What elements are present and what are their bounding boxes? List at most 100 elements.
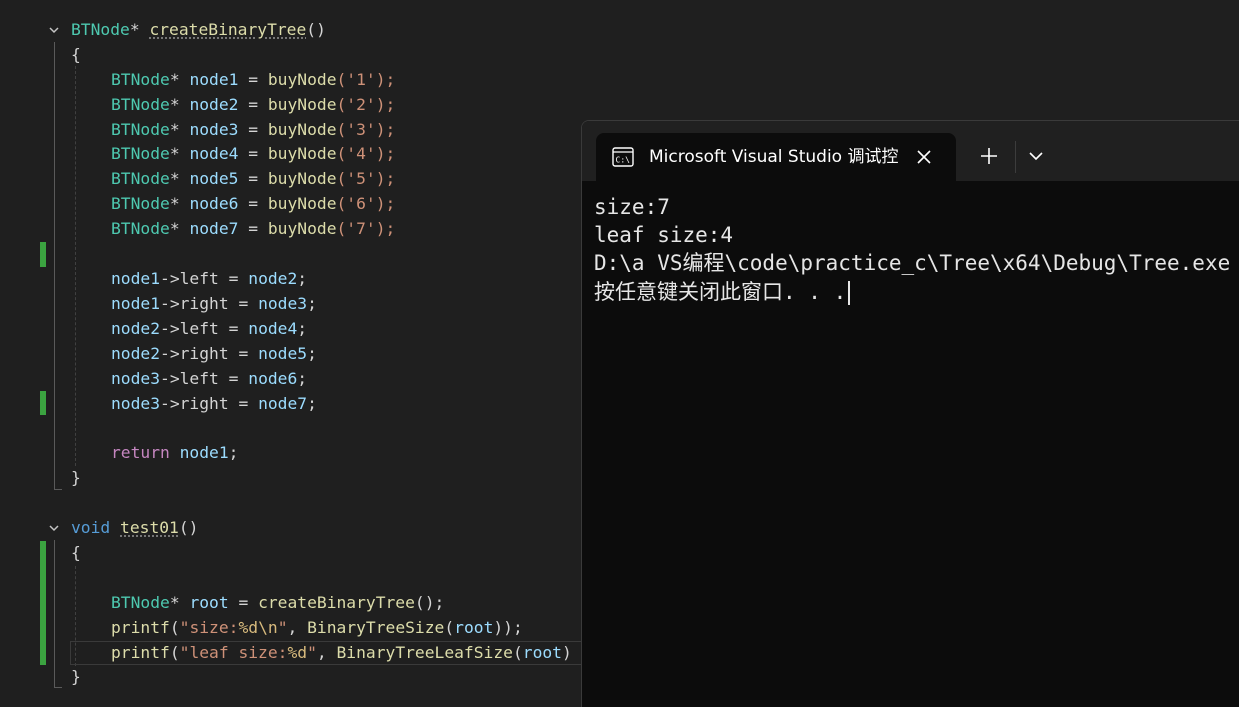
code-line-close-brace: }: [71, 465, 81, 490]
variable-token: node5: [189, 169, 239, 188]
code-line-printf-size: printf("size:%d\n", BinaryTreeSize(root)…: [111, 615, 523, 640]
code-line-decl: BTNode* node5 = buyNode('5');: [111, 166, 395, 191]
fold-chevron-icon[interactable]: [47, 23, 61, 37]
close-icon[interactable]: [914, 147, 934, 167]
arrow-token: ->: [160, 344, 180, 363]
variable-token: node5: [258, 344, 308, 363]
pointer-token: *: [169, 120, 190, 139]
scope-guide: [54, 42, 55, 490]
call-token: buyNode: [267, 194, 337, 213]
scope-guide-end: [54, 687, 62, 688]
gutter-change-bar: [40, 541, 46, 665]
operator-token: =: [218, 269, 249, 288]
variable-token: node3: [258, 294, 308, 313]
semicolon-token: ;: [307, 344, 317, 363]
pointer-token: *: [169, 593, 190, 612]
console-output-line: 按任意键关闭此窗口. . .: [594, 278, 851, 306]
variable-token: node2: [189, 95, 239, 114]
string-token: ": [307, 643, 317, 662]
function-name: createBinaryTree: [149, 20, 307, 39]
variable-token: root: [454, 618, 494, 637]
operator-token: =: [238, 70, 268, 89]
field-token: left: [179, 319, 219, 338]
code-line-decl: BTNode* node1 = buyNode('1');: [111, 67, 395, 92]
call-token: printf: [111, 618, 170, 637]
comma-token: ,: [287, 618, 308, 637]
plus-icon[interactable]: [978, 145, 1000, 167]
argument-token: ('7');: [336, 219, 396, 238]
paren-token: ();: [414, 593, 445, 612]
console-prompt-text: 按任意键关闭此窗口. . .: [594, 280, 847, 304]
code-line-close-brace: }: [71, 664, 81, 689]
scope-guide: [54, 540, 55, 688]
variable-token: node2: [248, 269, 298, 288]
pointer-token: *: [129, 20, 140, 39]
arrow-token: ->: [160, 394, 180, 413]
string-token: "size:: [179, 618, 239, 637]
keyword-token: void: [71, 518, 111, 537]
paren-token: (): [306, 20, 326, 39]
variable-token: node6: [248, 369, 298, 388]
titlebar-divider: [1015, 141, 1016, 173]
brace-token: {: [71, 45, 81, 64]
type-token: BTNode: [111, 219, 170, 238]
paren-token: (: [444, 618, 455, 637]
text-cursor: [848, 281, 851, 305]
pointer-token: *: [169, 169, 190, 188]
argument-token: ('3');: [336, 120, 396, 139]
code-line-return: return node1;: [111, 440, 238, 465]
code-line-decl: BTNode* node7 = buyNode('7');: [111, 216, 395, 241]
code-line-link: node1->left = node2;: [111, 266, 307, 291]
argument-token: ('5');: [336, 169, 396, 188]
brace-token: }: [71, 667, 81, 686]
pointer-token: *: [169, 144, 190, 163]
scope-guide-end: [54, 489, 62, 490]
argument-token: ('2');: [336, 95, 396, 114]
variable-token: node1: [111, 294, 161, 313]
variable-token: node4: [189, 144, 239, 163]
code-line-decl: BTNode* node2 = buyNode('2');: [111, 92, 395, 117]
string-token: "leaf size:: [179, 643, 288, 662]
comma-token: ,: [316, 643, 337, 662]
console-output-line: size:7: [594, 195, 670, 219]
svg-text:C:\: C:\: [616, 156, 631, 165]
semicolon-token: ;: [297, 269, 308, 288]
paren-token: (: [169, 643, 180, 662]
operator-token: =: [238, 219, 268, 238]
call-token: buyNode: [267, 120, 337, 139]
keyword-token: return: [111, 443, 170, 462]
paren-token: (: [512, 643, 523, 662]
chevron-down-icon[interactable]: [1027, 147, 1045, 165]
operator-token: =: [238, 120, 268, 139]
terminal-icon: C:\: [612, 147, 634, 167]
code-line-link: node2->right = node5;: [111, 341, 317, 366]
debug-console-window[interactable]: C:\ Microsoft Visual Studio 调试控制台 size:7…: [581, 120, 1239, 707]
string-token: ": [277, 618, 288, 637]
call-token: createBinaryTree: [258, 593, 415, 612]
operator-token: =: [238, 95, 268, 114]
variable-token: root: [522, 643, 562, 662]
arrow-token: ->: [160, 319, 180, 338]
type-token: BTNode: [111, 194, 170, 213]
operator-token: =: [238, 144, 268, 163]
console-tab[interactable]: C:\ Microsoft Visual Studio 调试控制台: [596, 133, 956, 181]
operator-token: =: [218, 319, 249, 338]
semicolon-token: ;: [307, 294, 317, 313]
console-titlebar[interactable]: C:\ Microsoft Visual Studio 调试控制台: [582, 121, 1239, 181]
code-line-link: node2->left = node4;: [111, 316, 307, 341]
arrow-token: ->: [160, 369, 180, 388]
indent-guide: [75, 66, 76, 466]
arrow-token: ->: [160, 294, 180, 313]
pointer-token: *: [169, 95, 190, 114]
field-token: right: [179, 344, 229, 363]
pointer-token: *: [169, 70, 190, 89]
pointer-token: *: [169, 219, 190, 238]
console-output-line: D:\a VS编程\code\practice_c\Tree\x64\Debug…: [594, 251, 1231, 275]
variable-token: node2: [111, 319, 161, 338]
code-line-link: node1->right = node3;: [111, 291, 317, 316]
type-token: BTNode: [111, 120, 170, 139]
arrow-token: ->: [160, 269, 180, 288]
argument-token: ('4');: [336, 144, 396, 163]
paren-token: ));: [493, 618, 523, 637]
fold-chevron-icon[interactable]: [47, 521, 61, 535]
